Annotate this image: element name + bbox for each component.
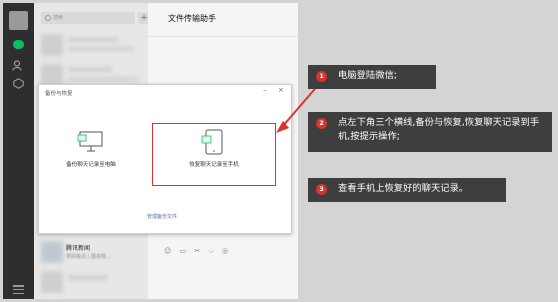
step-number-2: 2 xyxy=(316,118,327,129)
callout-step-1: 1 电脑登陆微信; xyxy=(308,65,436,89)
callout-step-3: 3 查看手机上恢复好的聊天记录。 xyxy=(308,178,506,202)
step-number-1: 1 xyxy=(316,71,327,82)
callout-text-2: 点左下角三个横线,备份与恢复,恢复聊天记录到手机,按提示操作; xyxy=(338,117,540,142)
callout-step-2: 2 点左下角三个横线,备份与恢复,恢复聊天记录到手机,按提示操作; xyxy=(308,112,552,152)
callout-text-3: 查看手机上恢复好的聊天记录。 xyxy=(338,183,469,194)
callout-text-1: 电脑登陆微信; xyxy=(338,70,397,81)
step-number-3: 3 xyxy=(316,184,327,195)
